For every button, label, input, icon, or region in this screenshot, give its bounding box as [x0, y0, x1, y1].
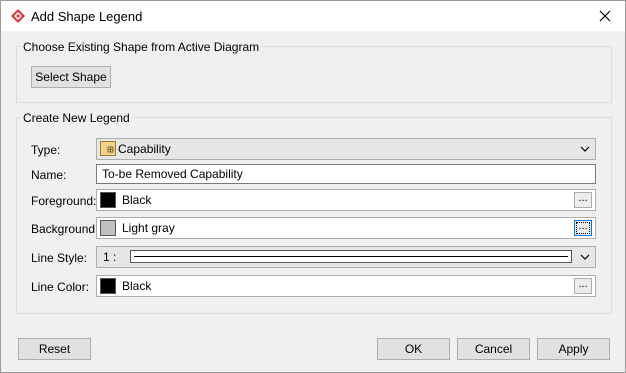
line-color-more-button[interactable]: ...	[574, 278, 592, 294]
background-more-button[interactable]: ...	[574, 220, 592, 236]
existing-shape-group-title: Choose Existing Shape from Active Diagra…	[21, 40, 262, 54]
foreground-swatch	[100, 192, 116, 208]
name-input[interactable]: To-be Removed Capability	[96, 164, 596, 184]
capability-icon	[100, 141, 116, 156]
line-style-label: Line Style:	[31, 251, 88, 265]
app-logo-icon	[10, 8, 26, 24]
apply-button[interactable]: Apply	[537, 338, 610, 360]
line-color-label: Line Color:	[31, 280, 90, 294]
dialog-window: Add Shape Legend Choose Existing Shape f…	[0, 0, 626, 373]
foreground-value: Black	[122, 193, 152, 207]
background-value: Light gray	[122, 221, 175, 235]
line-color-value: Black	[122, 279, 152, 293]
close-button[interactable]	[593, 5, 617, 27]
background-label: Background:	[31, 222, 99, 236]
line-style-value: 1 :	[103, 250, 117, 264]
foreground-more-button[interactable]: ...	[574, 192, 592, 208]
line-style-preview	[130, 250, 572, 263]
chevron-down-icon	[580, 254, 590, 260]
dialog-title: Add Shape Legend	[31, 9, 143, 24]
ok-button[interactable]: OK	[377, 338, 450, 360]
type-select[interactable]: Capability	[96, 138, 596, 160]
name-label: Name:	[31, 168, 67, 182]
foreground-color-field[interactable]: Black ...	[96, 189, 596, 211]
select-shape-button[interactable]: Select Shape	[31, 66, 111, 88]
new-legend-group-title: Create New Legend	[21, 111, 132, 125]
type-label: Type:	[31, 143, 61, 157]
background-color-field[interactable]: Light gray ...	[96, 217, 596, 239]
type-value: Capability	[118, 142, 171, 156]
title-bar: Add Shape Legend	[1, 1, 625, 31]
line-color-swatch	[100, 278, 116, 294]
close-icon[interactable]	[599, 10, 611, 22]
cancel-button[interactable]: Cancel	[457, 338, 530, 360]
reset-button[interactable]: Reset	[18, 338, 91, 360]
chevron-down-icon	[580, 146, 590, 152]
foreground-label: Foreground:	[31, 194, 97, 208]
line-color-field[interactable]: Black ...	[96, 275, 596, 297]
line-style-select[interactable]: 1 :	[96, 246, 596, 268]
background-swatch	[100, 220, 116, 236]
